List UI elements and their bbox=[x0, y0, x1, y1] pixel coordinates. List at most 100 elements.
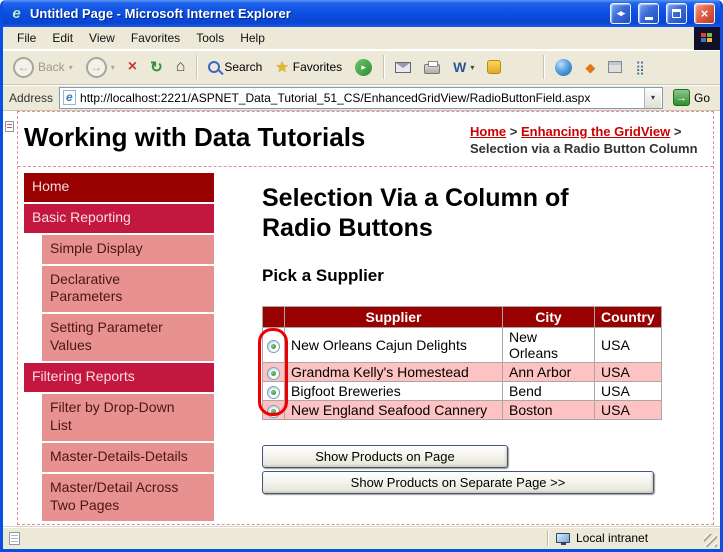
city-cell: Ann Arbor bbox=[503, 362, 595, 381]
city-cell: New Orleans bbox=[503, 327, 595, 362]
minimize-icon bbox=[645, 17, 653, 20]
content-row: Home Basic Reporting Simple Display Decl… bbox=[18, 167, 713, 524]
nav-item-home[interactable]: Home bbox=[24, 173, 214, 202]
pick-supplier-heading: Pick a Supplier bbox=[262, 266, 709, 286]
browse-web-button[interactable] bbox=[550, 57, 577, 78]
toolbar-separator bbox=[383, 55, 384, 79]
country-cell: USA bbox=[595, 381, 662, 400]
word-icon: W bbox=[453, 60, 466, 74]
nav-item-basic-reporting[interactable]: Basic Reporting bbox=[24, 204, 214, 233]
back-button[interactable]: ← Back ▾ bbox=[8, 55, 78, 80]
minimize-button[interactable] bbox=[638, 3, 659, 24]
breadcrumb-link-home[interactable]: Home bbox=[470, 124, 506, 139]
menu-item-tools[interactable]: Tools bbox=[188, 28, 232, 48]
maximize-button[interactable] bbox=[666, 3, 687, 24]
favorites-star-icon: ★ bbox=[275, 60, 288, 75]
supplier-cell: Grandma Kelly's Homestead bbox=[285, 362, 503, 381]
dual-arrow-button[interactable]: ◂▸ bbox=[610, 3, 631, 24]
menu-item-file[interactable]: File bbox=[9, 28, 44, 48]
print-button[interactable] bbox=[419, 58, 445, 76]
supplier-radio[interactable] bbox=[267, 386, 280, 399]
box-icon bbox=[608, 61, 622, 73]
stop-icon: × bbox=[128, 59, 137, 75]
search-label: Search bbox=[224, 60, 262, 74]
sidebar-nav: Home Basic Reporting Simple Display Decl… bbox=[18, 173, 214, 524]
grid-button[interactable]: ⣿ bbox=[630, 59, 650, 76]
menu-item-view[interactable]: View bbox=[81, 28, 123, 48]
supplier-row: Bigfoot Breweries Bend USA bbox=[263, 381, 662, 400]
title-bar[interactable]: e Untitled Page - Microsoft Internet Exp… bbox=[3, 0, 720, 27]
resize-grip[interactable] bbox=[704, 534, 717, 547]
site-title: Working with Data Tutorials bbox=[22, 122, 470, 153]
address-label: Address bbox=[9, 91, 53, 105]
show-products-on-page-button[interactable]: Show Products on Page bbox=[262, 445, 508, 468]
stop-button[interactable]: × bbox=[123, 57, 142, 77]
close-button[interactable]: × bbox=[694, 3, 715, 24]
local-intranet-icon bbox=[556, 533, 570, 543]
maximize-icon bbox=[672, 9, 681, 18]
messenger-button[interactable] bbox=[482, 58, 506, 76]
show-products-separate-page-button[interactable]: Show Products on Separate Page >> bbox=[262, 471, 654, 494]
addon-button[interactable]: ◆ bbox=[580, 59, 600, 76]
page-favicon bbox=[63, 90, 76, 105]
messenger-icon bbox=[487, 60, 501, 74]
home-button[interactable]: ⌂ bbox=[171, 57, 191, 77]
go-arrow-icon: → bbox=[673, 89, 690, 106]
supplier-radio[interactable] bbox=[267, 405, 280, 418]
breadcrumb: Home > Enhancing the GridView > Selectio… bbox=[470, 124, 705, 158]
refresh-icon: ↻ bbox=[150, 60, 163, 75]
forward-dropdown-icon: ▾ bbox=[111, 63, 115, 72]
supplier-row: Grandma Kelly's Homestead Ann Arbor USA bbox=[263, 362, 662, 381]
page-viewport: Working with Data Tutorials Home > Enhan… bbox=[3, 111, 720, 526]
globe-icon bbox=[555, 59, 572, 76]
go-button[interactable]: → Go bbox=[669, 88, 714, 107]
supplier-cell: New England Seafood Cannery bbox=[285, 400, 503, 419]
search-button[interactable]: Search bbox=[203, 58, 267, 76]
home-icon: ⌂ bbox=[176, 59, 186, 75]
nav-item-master-detail-across-two-pages[interactable]: Master/Detail Across Two Pages bbox=[42, 474, 214, 521]
city-cell: Boston bbox=[503, 400, 595, 419]
nav-item-setting-parameter-values[interactable]: Setting Parameter Values bbox=[42, 314, 214, 361]
city-cell: Bend bbox=[503, 381, 595, 400]
breadcrumb-current: Selection via a Radio Button Column bbox=[470, 141, 698, 156]
menu-item-help[interactable]: Help bbox=[232, 28, 273, 48]
toolbar-separator bbox=[196, 55, 197, 79]
toolbar-separator bbox=[543, 55, 544, 79]
favorites-button[interactable]: ★ Favorites bbox=[270, 58, 347, 77]
page-left-margin bbox=[3, 111, 17, 526]
nav-item-filtering-reports[interactable]: Filtering Reports bbox=[24, 363, 214, 392]
masthead: Working with Data Tutorials Home > Enhan… bbox=[18, 112, 713, 167]
forward-icon: → bbox=[86, 57, 107, 78]
nav-item-simple-display[interactable]: Simple Display bbox=[42, 235, 214, 264]
supplier-radio[interactable] bbox=[267, 340, 280, 353]
column-header-country: Country bbox=[595, 306, 662, 327]
nav-item-declarative-parameters[interactable]: Declarative Parameters bbox=[42, 266, 214, 313]
supplier-cell: Bigfoot Breweries bbox=[285, 381, 503, 400]
main-content: Selection Via a Column of Radio Buttons … bbox=[214, 173, 713, 524]
breadcrumb-separator: > bbox=[510, 124, 518, 139]
nav-item-master-details-details[interactable]: Master-Details-Details bbox=[42, 443, 214, 472]
word-dropdown-icon: ▾ bbox=[470, 63, 474, 72]
media-icon: ▸ bbox=[355, 59, 372, 76]
mail-button[interactable] bbox=[390, 60, 416, 75]
menu-item-edit[interactable]: Edit bbox=[44, 28, 81, 48]
nav-item-filter-by-drop-down-list[interactable]: Filter by Drop-Down List bbox=[42, 394, 214, 441]
windows-brand-icon bbox=[694, 27, 720, 50]
radio-column-header bbox=[263, 306, 285, 327]
suppliers-table: Supplier City Country New Orleans Cajun … bbox=[262, 306, 662, 420]
status-bar: Local intranet bbox=[3, 526, 720, 549]
forward-button[interactable]: → ▾ bbox=[81, 55, 120, 80]
media-button[interactable]: ▸ bbox=[350, 57, 377, 78]
supplier-row: New Orleans Cajun Delights New Orleans U… bbox=[263, 327, 662, 362]
address-dropdown-button[interactable]: ▾ bbox=[644, 88, 661, 108]
menu-item-favorites[interactable]: Favorites bbox=[123, 28, 188, 48]
mail-icon bbox=[395, 62, 411, 73]
supplier-radio[interactable] bbox=[267, 367, 280, 380]
refresh-button[interactable]: ↻ bbox=[145, 58, 168, 77]
edit-with-word-button[interactable]: W ▾ bbox=[448, 58, 479, 76]
tools-box-button[interactable] bbox=[603, 59, 627, 75]
address-input[interactable] bbox=[80, 91, 640, 105]
browser-window: e Untitled Page - Microsoft Internet Exp… bbox=[0, 0, 723, 552]
country-cell: USA bbox=[595, 327, 662, 362]
breadcrumb-link-enhancing-gridview[interactable]: Enhancing the GridView bbox=[521, 124, 670, 139]
